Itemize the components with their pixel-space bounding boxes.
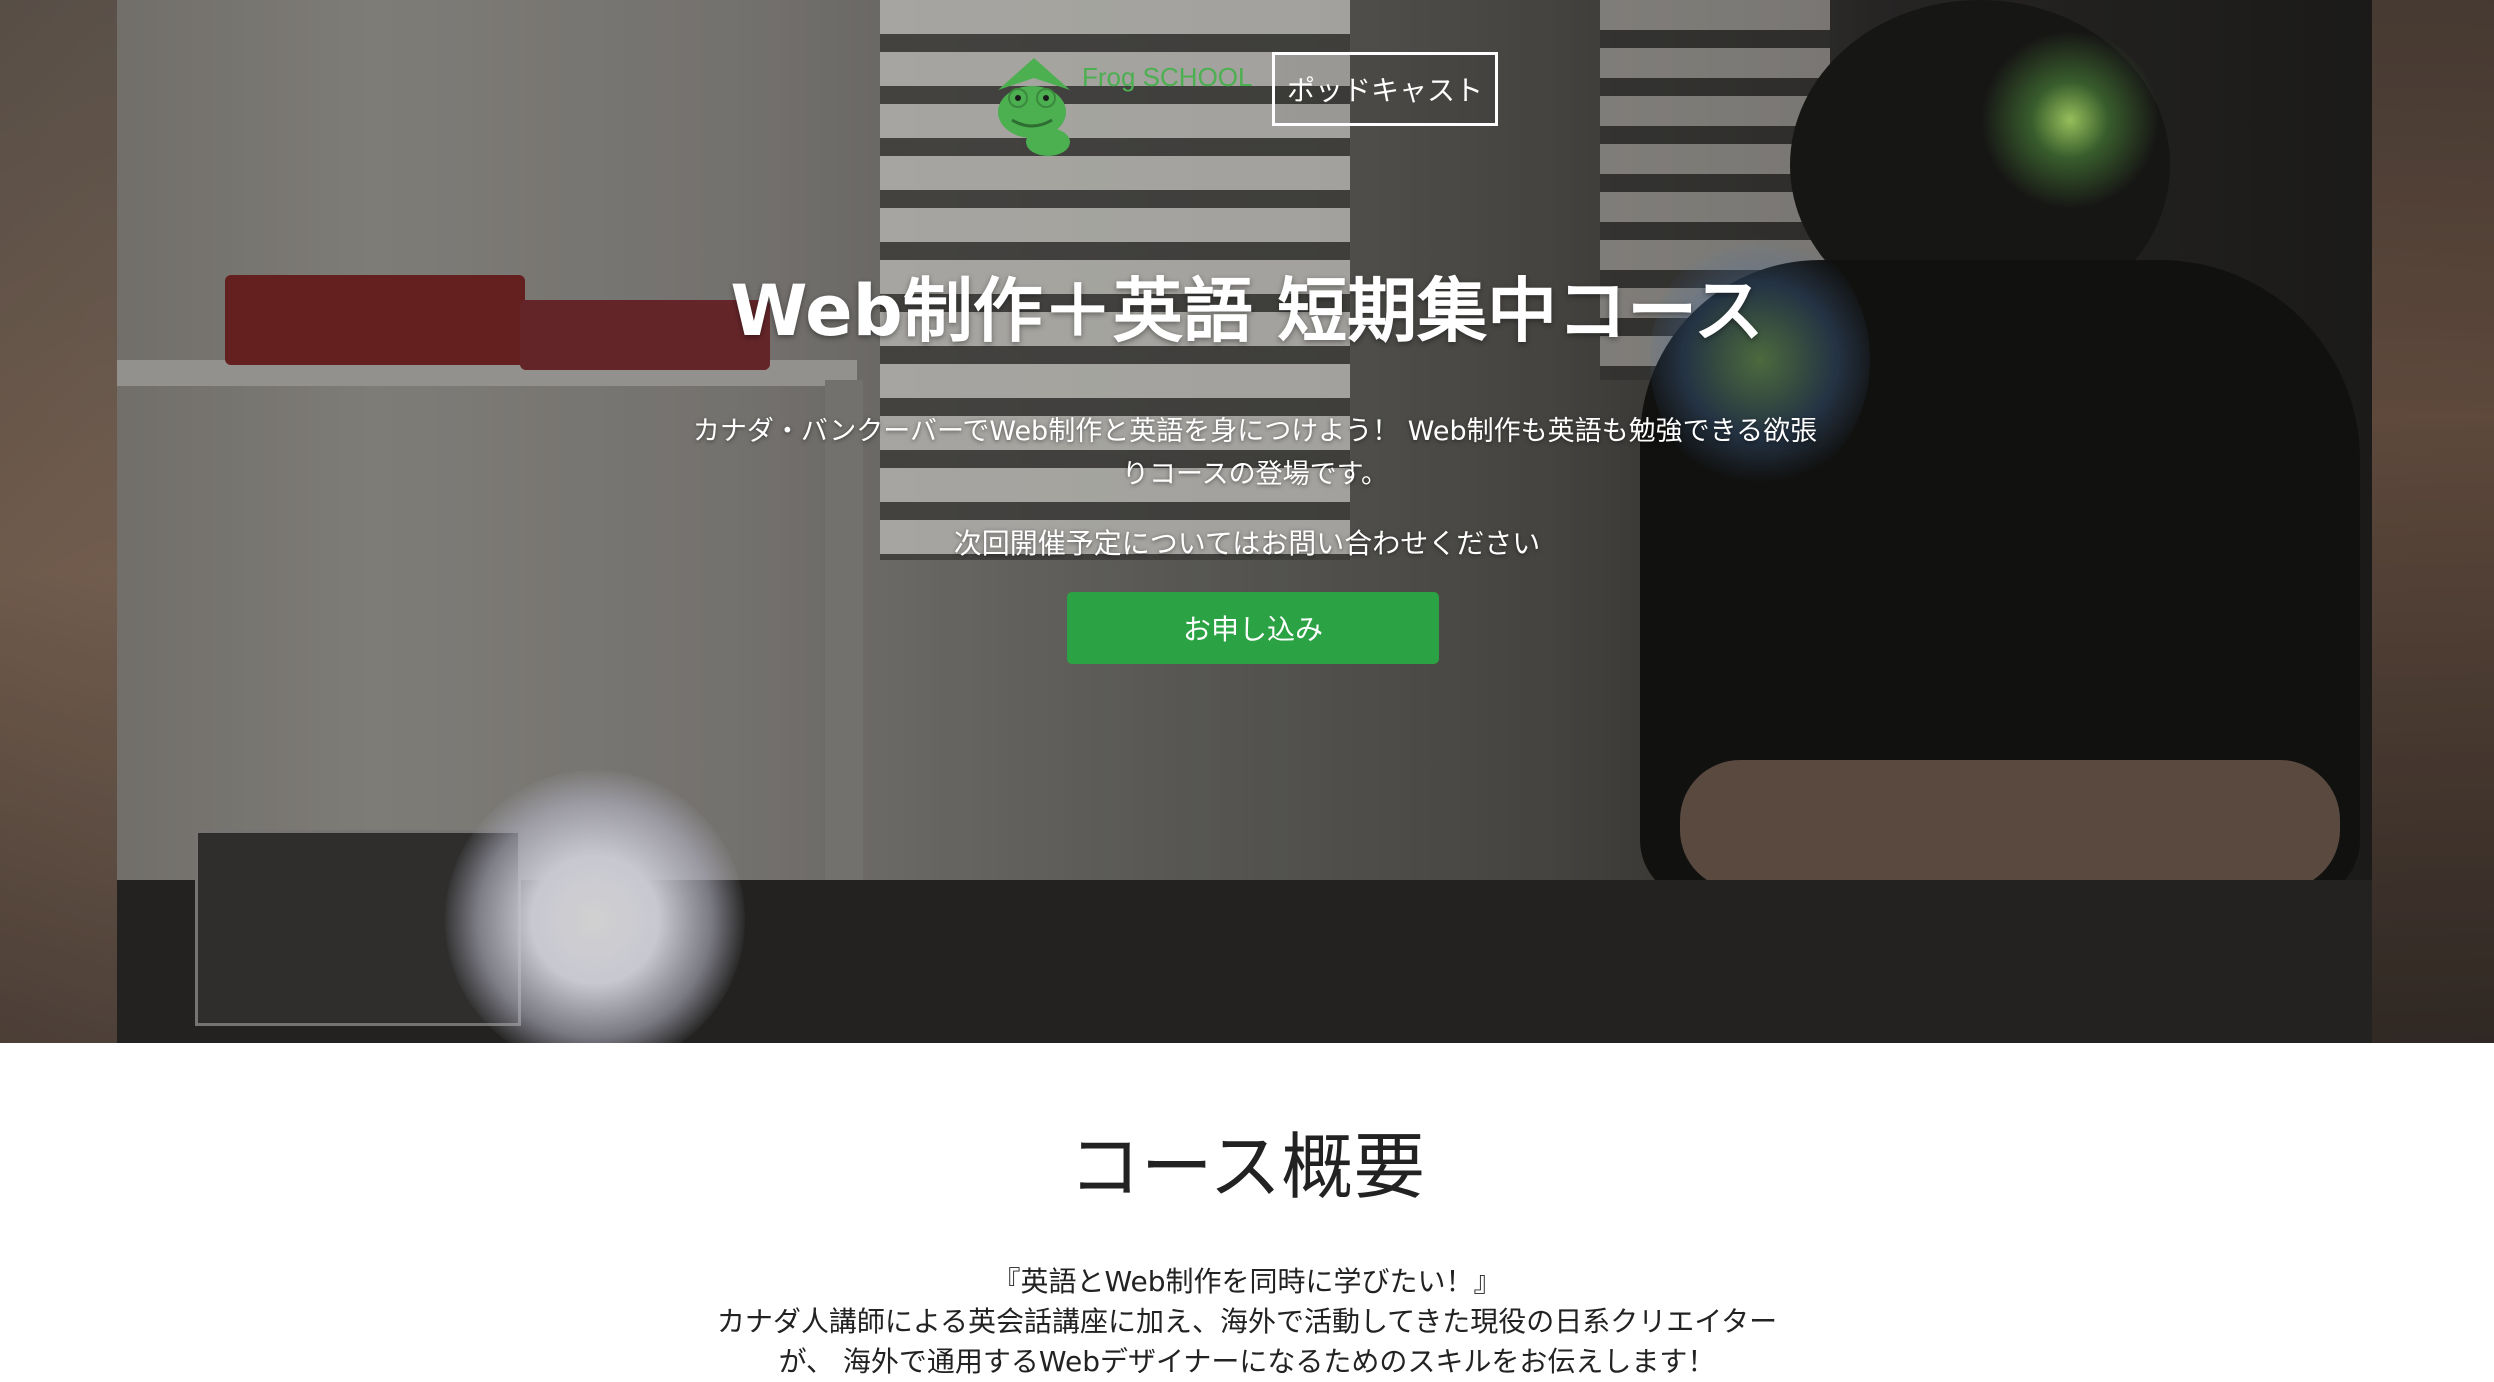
frog-school-logo[interactable]: Frog SCHOOL <box>988 50 1256 160</box>
hero-description: カナダ・バンクーバーでWeb制作と英語を身につけよう！ Web制作も英語も勉強で… <box>692 416 1818 490</box>
overview-line-1: 『英語とWeb制作を同時に学びたい！』 <box>992 1265 1502 1298</box>
frog-icon <box>998 58 1070 156</box>
podcast-button[interactable]: ポッドキャスト <box>1272 52 1498 126</box>
hero-section: Frog SCHOOL ポッドキャスト Web制作＋英語 短期集中コース カナダ… <box>0 0 2494 1043</box>
logo-text: Frog SCHOOL <box>1082 62 1253 92</box>
apply-button[interactable]: お申し込み <box>1067 592 1439 664</box>
overview-line-2: カナダ人講師による英会話講座に加え、海外で活動してきた現役の日系クリエイターが、… <box>716 1305 1778 1378</box>
overview-body: 『英語とWeb制作を同時に学びたい！』 カナダ人講師による英会話講座に加え、海外… <box>697 1262 1797 1382</box>
overview-title: コース概要 <box>1068 1125 1426 1209</box>
hero-note: 次回開催予定についてはお問い合わせください <box>953 527 1541 560</box>
hero-title: Web制作＋英語 短期集中コース <box>730 270 1764 352</box>
